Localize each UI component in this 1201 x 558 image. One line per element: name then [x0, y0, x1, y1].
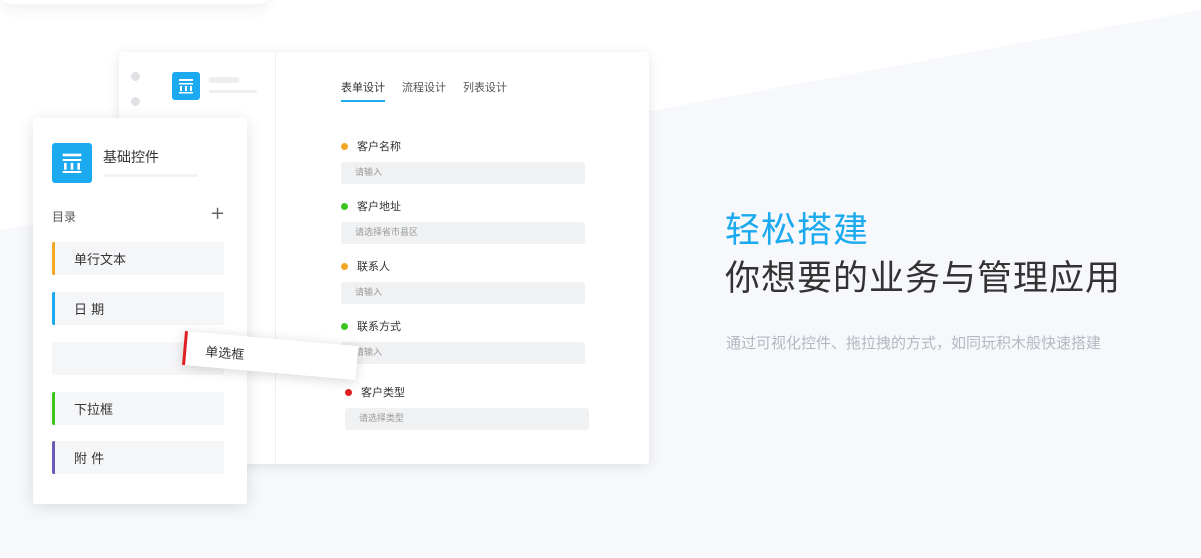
- control-attachment[interactable]: 附 件: [52, 441, 224, 474]
- tab-flow-design[interactable]: 流程设计: [402, 79, 446, 102]
- subtitle-skeleton: [209, 90, 257, 93]
- panel-title: 基础控件: [103, 150, 159, 166]
- color-bar: [52, 441, 55, 474]
- control-label: 单选框: [204, 344, 245, 363]
- color-bar: [52, 392, 55, 425]
- controls-logo-icon: [52, 143, 92, 183]
- window-dot: [131, 97, 140, 106]
- contact-input[interactable]: 请输入: [341, 282, 585, 304]
- control-label: 单行文本: [74, 253, 127, 268]
- tab-form-design[interactable]: 表单设计: [341, 79, 385, 102]
- field-label: 联系人: [357, 260, 390, 273]
- color-bar: [52, 292, 55, 325]
- field-label: 客户类型: [361, 386, 405, 399]
- contact-method-input[interactable]: 请输入: [341, 342, 585, 364]
- control-date[interactable]: 日 期: [52, 292, 224, 325]
- control-label: 附 件: [74, 452, 105, 467]
- field-label: 客户名称: [357, 140, 401, 153]
- customer-address-select[interactable]: 请选择省市县区: [341, 222, 585, 244]
- hero-description: 通过可视化控件、拖拉拽的方式，如同玩积木般快速搭建: [726, 334, 1102, 352]
- top-card-shadow: [0, 0, 270, 4]
- control-single-line-text[interactable]: 单行文本: [52, 242, 224, 275]
- headline-main: 你想要的业务与管理应用: [725, 259, 1122, 299]
- add-icon[interactable]: +: [210, 205, 225, 223]
- status-dot: [341, 322, 348, 330]
- field-label: 客户地址: [357, 200, 401, 213]
- panel-subtitle-skeleton: [103, 174, 198, 177]
- customer-name-input[interactable]: 请输入: [341, 162, 585, 184]
- control-label: 日 期: [74, 303, 105, 318]
- customer-type-select[interactable]: 请选择类型: [345, 408, 589, 430]
- form-field-contact-method: 联系方式 请输入: [341, 318, 591, 364]
- status-dot: [341, 202, 348, 210]
- control-label: 下拉框: [74, 403, 114, 418]
- basic-controls-panel: 基础控件 目录 + 单行文本 日 期 下拉框 附 件: [33, 118, 247, 504]
- status-dot: [345, 388, 352, 396]
- form-field-customer-type: 客户类型 请选择类型: [345, 384, 595, 430]
- catalog-label: 目录: [52, 210, 77, 224]
- color-bar: [52, 242, 55, 275]
- title-skeleton: [209, 77, 239, 83]
- form-field-customer-name: 客户名称 请输入: [341, 138, 591, 184]
- status-dot: [341, 262, 348, 270]
- tab-list-design[interactable]: 列表设计: [463, 79, 507, 102]
- window-dot: [131, 72, 140, 81]
- form-field-contact: 联系人 请输入: [341, 258, 591, 304]
- status-dot: [341, 142, 348, 150]
- field-label: 联系方式: [357, 320, 401, 333]
- app-logo-icon: [172, 72, 200, 100]
- headline-accent: 轻松搭建: [725, 211, 870, 251]
- form-field-customer-address: 客户地址 请选择省市县区: [341, 198, 591, 244]
- control-dropdown[interactable]: 下拉框: [52, 392, 224, 425]
- designer-tabs: 表单设计 流程设计 列表设计: [341, 79, 507, 102]
